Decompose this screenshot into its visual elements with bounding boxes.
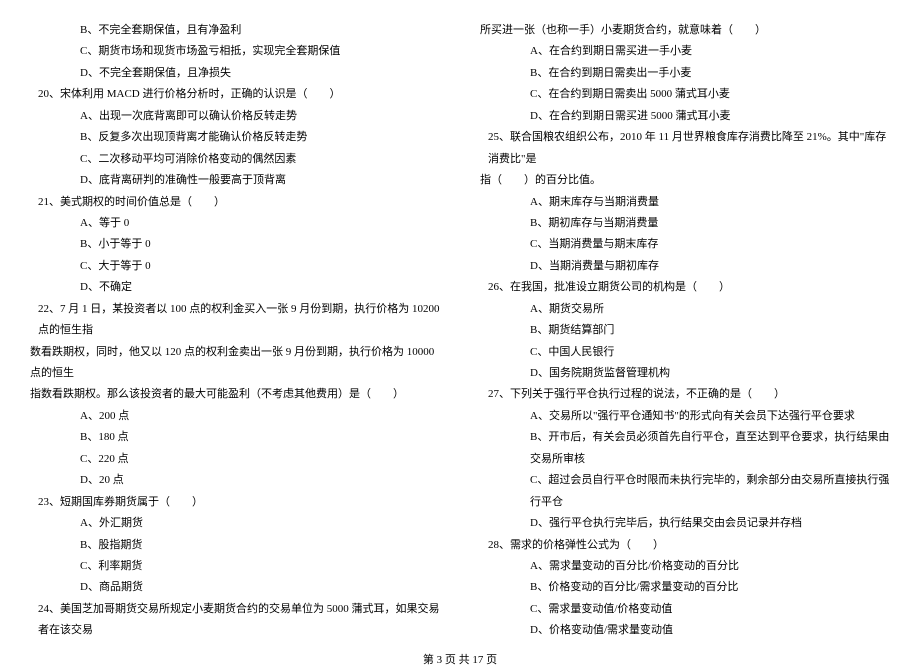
q24-option-b: B、在合约到期日需卖出一手小麦 bbox=[480, 63, 890, 84]
q23-option-a: A、外汇期货 bbox=[30, 513, 440, 534]
q25-option-a: A、期末库存与当期消费量 bbox=[480, 192, 890, 213]
q22-option-c: C、220 点 bbox=[30, 449, 440, 470]
q25-option-c: C、当期消费量与期末库存 bbox=[480, 234, 890, 255]
q23-option-c: C、利率期货 bbox=[30, 556, 440, 577]
q27-option-d: D、强行平仓执行完毕后，执行结果交由会员记录并存档 bbox=[480, 513, 890, 534]
q24-option-d: D、在合约到期日需买进 5000 蒲式耳小麦 bbox=[480, 106, 890, 127]
q27-option-b: B、开市后，有关会员必须首先自行平仓，直至达到平仓要求，执行结果由交易所审核 bbox=[480, 427, 890, 470]
q28-stem: 28、需求的价格弹性公式为（ ） bbox=[480, 535, 890, 556]
q21-option-a: A、等于 0 bbox=[30, 213, 440, 234]
q28-option-b: B、价格变动的百分比/需求量变动的百分比 bbox=[480, 577, 890, 598]
q19-option-d: D、不完全套期保值，且净损失 bbox=[30, 63, 440, 84]
q24-option-a: A、在合约到期日需买进一手小麦 bbox=[480, 41, 890, 62]
q22-option-a: A、200 点 bbox=[30, 406, 440, 427]
q19-option-b: B、不完全套期保值，且有净盈利 bbox=[30, 20, 440, 41]
q27-option-a: A、交易所以"强行平仓通知书"的形式向有关会员下达强行平仓要求 bbox=[480, 406, 890, 427]
q20-option-b: B、反复多次出现顶背离才能确认价格反转走势 bbox=[30, 127, 440, 148]
q25-stem-line1: 25、联合国粮农组织公布，2010 年 11 月世界粮食库存消费比降至 21%。… bbox=[480, 127, 890, 170]
q27-option-c: C、超过会员自行平仓时限而未执行完毕的，剩余部分由交易所直接执行强行平仓 bbox=[480, 470, 890, 513]
q21-option-b: B、小于等于 0 bbox=[30, 234, 440, 255]
q23-option-b: B、股指期货 bbox=[30, 535, 440, 556]
q25-stem-line2: 指（ ）的百分比值。 bbox=[480, 170, 890, 191]
q22-option-b: B、180 点 bbox=[30, 427, 440, 448]
q19-option-c: C、期货市场和现货市场盈亏相抵，实现完全套期保值 bbox=[30, 41, 440, 62]
q23-option-d: D、商品期货 bbox=[30, 577, 440, 598]
q21-option-d: D、不确定 bbox=[30, 277, 440, 298]
q25-option-d: D、当期消费量与期初库存 bbox=[480, 256, 890, 277]
q24-stem-line2: 所买进一张（也称一手）小麦期货合约，就意味着（ ） bbox=[480, 20, 890, 41]
q28-option-d: D、价格变动值/需求量变动值 bbox=[480, 620, 890, 641]
q23-stem: 23、短期国库券期货属于（ ） bbox=[30, 492, 440, 513]
q26-option-c: C、中国人民银行 bbox=[480, 342, 890, 363]
q24-option-c: C、在合约到期日需卖出 5000 蒲式耳小麦 bbox=[480, 84, 890, 105]
q28-option-c: C、需求量变动值/价格变动值 bbox=[480, 599, 890, 620]
q26-stem: 26、在我国，批准设立期货公司的机构是（ ） bbox=[480, 277, 890, 298]
q21-stem: 21、美式期权的时间价值总是（ ） bbox=[30, 192, 440, 213]
q24-stem-line1: 24、美国芝加哥期货交易所规定小麦期货合约的交易单位为 5000 蒲式耳，如果交… bbox=[30, 599, 440, 642]
q25-option-b: B、期初库存与当期消费量 bbox=[480, 213, 890, 234]
q21-option-c: C、大于等于 0 bbox=[30, 256, 440, 277]
q26-option-b: B、期货结算部门 bbox=[480, 320, 890, 341]
q22-stem-line1: 22、7 月 1 日，某投资者以 100 点的权利金买入一张 9 月份到期，执行… bbox=[30, 299, 440, 342]
q22-option-d: D、20 点 bbox=[30, 470, 440, 491]
left-column: B、不完全套期保值，且有净盈利 C、期货市场和现货市场盈亏相抵，实现完全套期保值… bbox=[30, 20, 440, 642]
page-footer: 第 3 页 共 17 页 bbox=[30, 650, 890, 671]
q26-option-d: D、国务院期货监督管理机构 bbox=[480, 363, 890, 384]
right-column: 所买进一张（也称一手）小麦期货合约，就意味着（ ） A、在合约到期日需买进一手小… bbox=[480, 20, 890, 642]
q20-stem: 20、宋体利用 MACD 进行价格分析时，正确的认识是（ ） bbox=[30, 84, 440, 105]
q22-stem-line3: 指数看跌期权。那么该投资者的最大可能盈利（不考虑其他费用）是（ ） bbox=[30, 384, 440, 405]
q20-option-c: C、二次移动平均可消除价格变动的偶然因素 bbox=[30, 149, 440, 170]
q27-stem: 27、下列关于强行平仓执行过程的说法，不正确的是（ ） bbox=[480, 384, 890, 405]
page-content: B、不完全套期保值，且有净盈利 C、期货市场和现货市场盈亏相抵，实现完全套期保值… bbox=[30, 20, 890, 642]
q26-option-a: A、期货交易所 bbox=[480, 299, 890, 320]
q22-stem-line2: 数看跌期权，同时，他又以 120 点的权利金卖出一张 9 月份到期，执行价格为 … bbox=[30, 342, 440, 385]
q20-option-a: A、出现一次底背离即可以确认价格反转走势 bbox=[30, 106, 440, 127]
q20-option-d: D、底背离研判的准确性一般要高于顶背离 bbox=[30, 170, 440, 191]
q28-option-a: A、需求量变动的百分比/价格变动的百分比 bbox=[480, 556, 890, 577]
